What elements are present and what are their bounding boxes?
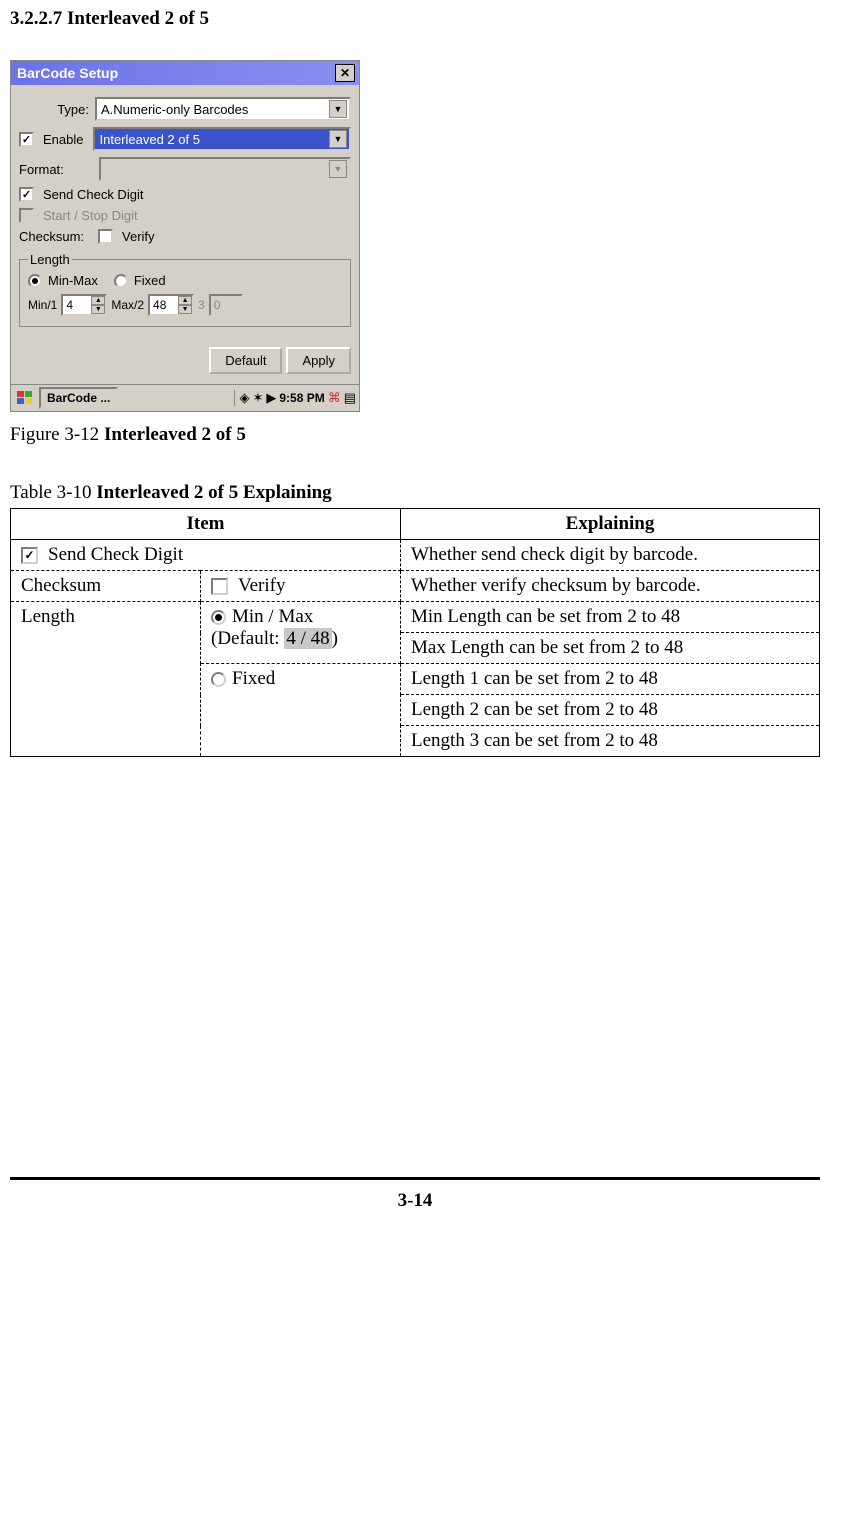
format-dropdown: ▼ — [99, 157, 351, 181]
three-spinner: 0 — [209, 294, 243, 316]
taskbar-time: 9:58 PM — [279, 391, 324, 405]
start-stop-checkbox — [19, 208, 34, 223]
row-length-label: Length — [11, 602, 201, 757]
start-icon[interactable] — [14, 388, 36, 408]
row-send-check-explain: Whether send check digit by barcode. — [401, 540, 820, 571]
barcode-setup-window: BarCode Setup ✕ Type: A.Numeric-only Bar… — [10, 60, 360, 412]
row-checksum-a: Checksum — [11, 571, 201, 602]
radio-selected-icon — [211, 610, 226, 625]
three-label: 3 — [198, 298, 205, 312]
enable-label: Enable — [43, 132, 83, 147]
send-check-checkbox[interactable]: ✓ — [19, 187, 34, 202]
min-value: 4 — [63, 298, 91, 312]
row-fixed-explain1: Length 1 can be set from 2 to 48 — [401, 664, 820, 695]
minmax-radio[interactable] — [28, 274, 42, 288]
speaker-icon[interactable]: ▶ — [266, 390, 276, 406]
row-checksum-b: Verify — [201, 571, 401, 602]
format-label: Format: — [19, 162, 75, 177]
length-fieldset: Length Min-Max Fixed Min/1 4 ▲ ▼ Max/2 — [19, 252, 351, 327]
checkbox-icon — [211, 578, 228, 595]
th-item: Item — [11, 509, 401, 540]
max-label: Max/2 — [111, 298, 144, 312]
close-icon[interactable]: ✕ — [335, 64, 355, 82]
row-send-check: ✓Send Check Digit — [11, 540, 401, 571]
th-explain: Explaining — [401, 509, 820, 540]
row-checksum-explain: Whether verify checksum by barcode. — [401, 571, 820, 602]
tray-icon[interactable]: ▤ — [344, 390, 356, 406]
row-fixed-explain2: Length 2 can be set from 2 to 48 — [401, 695, 820, 726]
form-area: Type: A.Numeric-only Barcodes ▼ ✓ Enable… — [11, 85, 359, 335]
page-number: 3-14 — [10, 1190, 820, 1212]
type-value: A.Numeric-only Barcodes — [101, 102, 248, 117]
figure-caption: Figure 3-12 Interleaved 2 of 5 — [10, 424, 853, 446]
row-fixed-item: Fixed — [201, 664, 401, 757]
footer-rule — [10, 1177, 820, 1180]
chevron-down-icon[interactable]: ▼ — [91, 305, 105, 314]
verify-checkbox[interactable] — [98, 229, 113, 244]
explain-table: Item Explaining ✓Send Check Digit Whethe… — [10, 508, 820, 757]
button-row: Default Apply — [11, 335, 359, 384]
chevron-down-icon[interactable]: ▼ — [329, 130, 347, 148]
checksum-label: Checksum: — [19, 229, 84, 244]
fixed-label: Fixed — [134, 273, 166, 288]
three-value: 0 — [211, 298, 241, 312]
row-fixed-explain3: Length 3 can be set from 2 to 48 — [401, 726, 820, 757]
taskbar: BarCode ... ◈ ✶ ▶ 9:58 PM ⌘ ▤ — [11, 384, 359, 411]
length-legend: Length — [28, 252, 72, 267]
chevron-down-icon: ▼ — [329, 160, 347, 178]
start-stop-label: Start / Stop Digit — [43, 208, 138, 223]
row-minmax-explain2: Max Length can be set from 2 to 48 — [401, 633, 820, 664]
checkbox-icon: ✓ — [21, 547, 38, 564]
row-minmax-item: Min / Max (Default: 4 / 48) — [201, 602, 401, 664]
table-caption: Table 3-10 Interleaved 2 of 5 Explaining — [10, 482, 853, 504]
send-check-label: Send Check Digit — [43, 187, 143, 202]
tray-icon[interactable]: ◈ — [239, 390, 249, 406]
chevron-up-icon[interactable]: ▲ — [91, 296, 105, 305]
min-spinner[interactable]: 4 ▲ ▼ — [61, 294, 107, 316]
tray-icon[interactable]: ⌘ — [328, 390, 341, 406]
chevron-down-icon[interactable]: ▼ — [178, 305, 192, 314]
verify-label: Verify — [122, 229, 155, 244]
taskbar-app[interactable]: BarCode ... — [39, 387, 118, 409]
max-spinner[interactable]: 48 ▲ ▼ — [148, 294, 194, 316]
enable-value: Interleaved 2 of 5 — [99, 132, 199, 147]
titlebar: BarCode Setup ✕ — [11, 61, 359, 85]
apply-button[interactable]: Apply — [286, 347, 351, 374]
type-dropdown[interactable]: A.Numeric-only Barcodes ▼ — [95, 97, 351, 121]
chevron-up-icon[interactable]: ▲ — [178, 296, 192, 305]
max-value: 48 — [150, 298, 178, 312]
enable-checkbox[interactable]: ✓ — [19, 132, 34, 147]
min-label: Min/1 — [28, 298, 57, 312]
type-label: Type: — [19, 102, 89, 117]
default-button[interactable]: Default — [209, 347, 282, 374]
fixed-radio[interactable] — [114, 274, 128, 288]
system-tray: ◈ ✶ ▶ 9:58 PM ⌘ ▤ — [234, 390, 356, 406]
tray-icon[interactable]: ✶ — [252, 390, 263, 406]
minmax-label: Min-Max — [48, 273, 98, 288]
radio-icon — [211, 672, 226, 687]
enable-dropdown[interactable]: Interleaved 2 of 5 ▼ — [93, 127, 351, 151]
window-title: BarCode Setup — [15, 65, 335, 81]
chevron-down-icon[interactable]: ▼ — [329, 100, 347, 118]
row-minmax-explain1: Min Length can be set from 2 to 48 — [401, 602, 820, 633]
section-heading: 3.2.2.7 Interleaved 2 of 5 — [10, 8, 853, 30]
